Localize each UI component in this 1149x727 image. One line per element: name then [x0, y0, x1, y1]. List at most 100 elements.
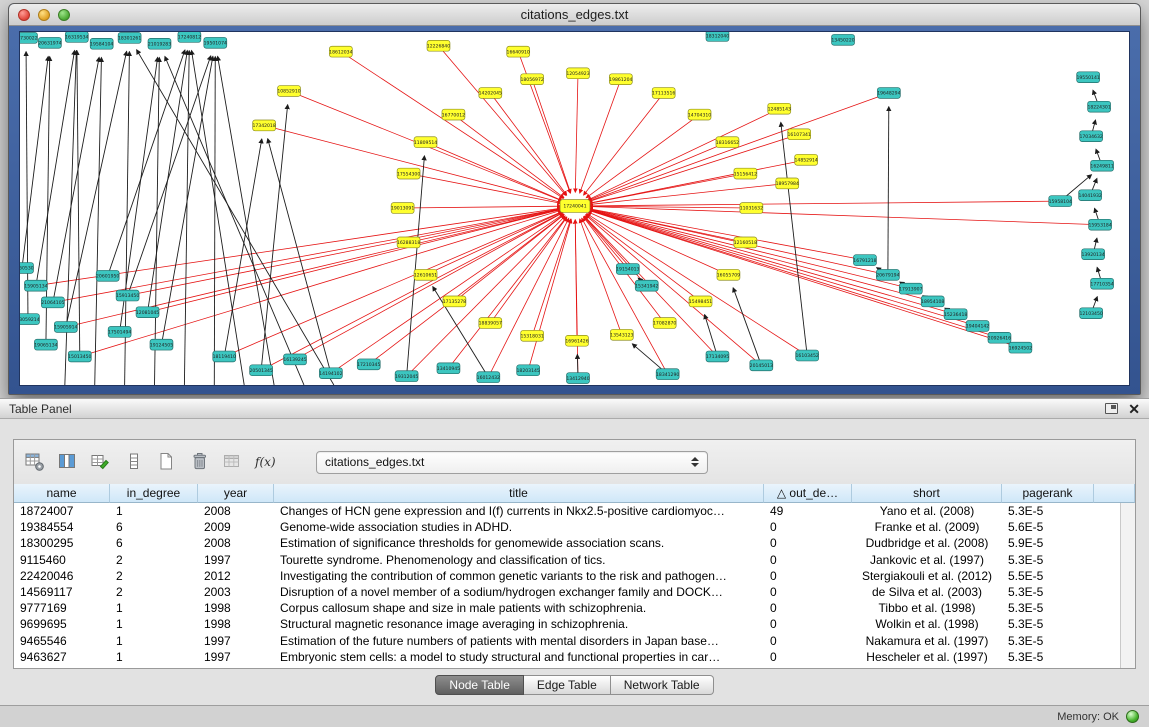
graph-edge[interactable]: [528, 219, 571, 370]
table-cell[interactable]: 1997: [198, 649, 274, 665]
graph-edge[interactable]: [589, 183, 787, 204]
table-cell[interactable]: 6: [110, 535, 198, 551]
table-cell[interactable]: 14569117: [14, 584, 110, 600]
table-cell[interactable]: Structural magnetic resonance image aver…: [274, 616, 764, 632]
graph-edge[interactable]: [588, 109, 780, 200]
table-cell[interactable]: Nakamura et al. (1997): [852, 633, 1002, 649]
float-panel-icon[interactable]: [1105, 403, 1118, 414]
table-cell[interactable]: Hescheler et al. (1997): [852, 649, 1002, 665]
graph-edge[interactable]: [588, 134, 799, 202]
table-cell[interactable]: 5.9E-5: [1002, 535, 1094, 551]
graph-edge[interactable]: [403, 206, 561, 208]
table-cell[interactable]: 0: [764, 535, 852, 551]
table-cell[interactable]: 0: [764, 519, 852, 535]
network-table-selector[interactable]: citations_edges.txt: [316, 451, 708, 474]
table-cell[interactable]: 5.3E-5: [1002, 616, 1094, 632]
table-cell[interactable]: 9463627: [14, 649, 110, 665]
table-cell[interactable]: Dudbridge et al. (2008): [852, 535, 1002, 551]
graph-edge[interactable]: [588, 210, 999, 338]
table-cell[interactable]: 0: [764, 568, 852, 584]
graph-edge[interactable]: [407, 156, 425, 376]
table-cell[interactable]: 0: [764, 584, 852, 600]
graph-edge[interactable]: [161, 56, 212, 344]
graph-edge[interactable]: [261, 105, 288, 371]
table-cell[interactable]: 6: [110, 519, 198, 535]
graph-edge[interactable]: [192, 51, 245, 385]
graph-edge[interactable]: [575, 73, 578, 192]
edit-table-button[interactable]: [88, 449, 114, 475]
table-row[interactable]: 977716911998Corpus callosum shape and si…: [14, 600, 1135, 616]
table-cell[interactable]: 9465546: [14, 633, 110, 649]
table-cell[interactable]: 5.3E-5: [1002, 600, 1094, 616]
graph-edge[interactable]: [165, 57, 304, 385]
table-cell[interactable]: 18300295: [14, 535, 110, 551]
graph-edge[interactable]: [264, 125, 561, 202]
table-cell[interactable]: Jankovic et al. (1997): [852, 552, 1002, 568]
table-cell[interactable]: 5.3E-5: [1002, 552, 1094, 568]
table-cell[interactable]: 2: [110, 552, 198, 568]
window-titlebar[interactable]: citations_edges.txt: [9, 4, 1140, 26]
graph-edge[interactable]: [128, 56, 211, 296]
delete-column-button[interactable]: [187, 449, 213, 475]
graph-edge[interactable]: [77, 51, 80, 357]
table-cell[interactable]: Tourette syndrome. Phenomenology and cla…: [274, 552, 764, 568]
table-cell[interactable]: 9115460: [14, 552, 110, 568]
table-cell[interactable]: 1998: [198, 616, 274, 632]
graph-edge[interactable]: [184, 51, 189, 385]
table-cell[interactable]: 1998: [198, 600, 274, 616]
graph-edges[interactable]: [22, 46, 1102, 385]
table-cell[interactable]: Estimation of significance thresholds fo…: [274, 535, 764, 551]
new-column-button[interactable]: [154, 449, 180, 475]
table-cell[interactable]: Genome-wide association studies in ADHD.: [274, 519, 764, 535]
table-cell[interactable]: Tibbo et al. (1998): [852, 600, 1002, 616]
table-cell[interactable]: 49: [764, 503, 852, 519]
table-cell[interactable]: 5.3E-5: [1002, 503, 1094, 519]
graph-edge[interactable]: [490, 93, 566, 195]
graph-edge[interactable]: [26, 52, 28, 319]
table-cell[interactable]: 2: [110, 568, 198, 584]
minimize-window-button[interactable]: [38, 9, 50, 21]
table-cell[interactable]: 2009: [198, 519, 274, 535]
graph-edge[interactable]: [128, 209, 562, 296]
table-row[interactable]: 1830029562008Estimation of significance …: [14, 535, 1135, 551]
close-panel-icon[interactable]: ✕: [1128, 402, 1140, 416]
table-cell[interactable]: 1: [110, 633, 198, 649]
table-row[interactable]: 1938455462009Genome-wide association stu…: [14, 519, 1135, 535]
graph-edge[interactable]: [589, 207, 1100, 225]
table-cell[interactable]: 1: [110, 616, 198, 632]
table-cell[interactable]: 0: [764, 616, 852, 632]
graph-edge[interactable]: [148, 209, 562, 312]
graph-edge[interactable]: [268, 139, 331, 373]
graph-edge[interactable]: [438, 46, 566, 196]
table-cell[interactable]: Changes of HCN gene expression and I(f) …: [274, 503, 764, 519]
table-cell[interactable]: Corpus callosum shape and size in male p…: [274, 600, 764, 616]
graph-edge[interactable]: [589, 209, 865, 261]
table-cell[interactable]: Embryonic stem cells: a model to study s…: [274, 649, 764, 665]
column-header[interactable]: short: [852, 484, 1002, 503]
column-header[interactable]: △ out_de…: [764, 484, 852, 503]
table-cell[interactable]: Disruption of a novel member of a sodium…: [274, 584, 764, 600]
table-cell[interactable]: Stergiakouli et al. (2012): [852, 568, 1002, 584]
tab-edge-table[interactable]: Edge Table: [524, 675, 611, 695]
graph-edge[interactable]: [584, 217, 628, 269]
table-cell[interactable]: Yano et al. (2008): [852, 503, 1002, 519]
table-cell[interactable]: Wolkin et al. (1998): [852, 616, 1002, 632]
table-cell[interactable]: 2008: [198, 535, 274, 551]
table-cell[interactable]: 5.5E-5: [1002, 568, 1094, 584]
graph-edge[interactable]: [584, 216, 646, 285]
graph-edge[interactable]: [407, 216, 566, 376]
table-cell[interactable]: 19384554: [14, 519, 110, 535]
graph-edge[interactable]: [53, 57, 99, 302]
import-table-button[interactable]: [220, 449, 246, 475]
table-cell[interactable]: 5.3E-5: [1002, 649, 1094, 665]
table-cell[interactable]: 2: [110, 584, 198, 600]
table-cell[interactable]: 2012: [198, 568, 274, 584]
graph-edge[interactable]: [588, 210, 955, 314]
table-cell[interactable]: 0: [764, 552, 852, 568]
table-row[interactable]: 969969511998Structural magnetic resonanc…: [14, 616, 1135, 632]
close-window-button[interactable]: [18, 9, 30, 21]
table-cell[interactable]: 2003: [198, 584, 274, 600]
column-header[interactable]: name: [14, 484, 110, 503]
table-cell[interactable]: 1997: [198, 552, 274, 568]
table-cell[interactable]: Investigating the contribution of common…: [274, 568, 764, 584]
